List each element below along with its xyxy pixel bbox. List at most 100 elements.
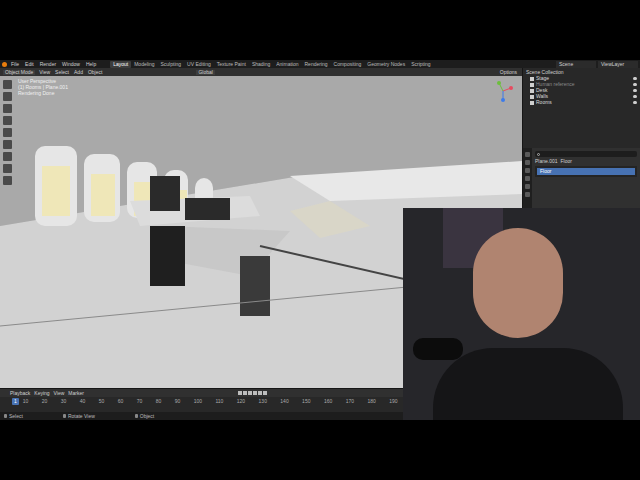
frame-tick: 30 xyxy=(61,399,67,404)
frame-tick: 50 xyxy=(99,399,105,404)
tool-icon xyxy=(3,92,12,101)
menu-item[interactable]: Render xyxy=(38,62,58,67)
letterbox-bottom xyxy=(0,420,640,480)
view-layer-selector[interactable]: ViewLayer xyxy=(598,61,638,68)
visibility-icon xyxy=(633,89,637,92)
info-line: (1) Rooms | Plane.001 xyxy=(18,85,68,90)
workspace-tab[interactable]: Layout xyxy=(110,61,131,68)
properties-tab-icon xyxy=(525,176,530,181)
timeline-menu[interactable]: Playback xyxy=(10,391,30,396)
breadcrumb-item: Plane.001 xyxy=(535,159,558,164)
frame-tick: 110 xyxy=(215,399,223,404)
frame-tick: 40 xyxy=(80,399,86,404)
viewport-menu[interactable]: View xyxy=(38,70,51,75)
frame-tick: 150 xyxy=(302,399,310,404)
outliner-item[interactable]: Walls xyxy=(526,94,637,99)
playback-button-icon xyxy=(263,391,267,395)
options-button[interactable]: Options xyxy=(498,70,519,75)
properties-tab-icon xyxy=(525,192,530,197)
menu-item[interactable]: Edit xyxy=(23,62,36,67)
workspace-tab[interactable]: Shading xyxy=(249,61,273,68)
material-slots: Floor xyxy=(535,166,637,177)
blender-window: FileEditRenderWindowHelpLayoutModelingSc… xyxy=(0,60,640,420)
viewport-header: Object ModeViewSelectAddObject Global Opti… xyxy=(0,68,522,76)
material-slot[interactable]: Floor xyxy=(537,168,635,175)
breadcrumb-item: Floor xyxy=(561,159,572,164)
outliner-item[interactable]: Rooms xyxy=(526,100,637,105)
outliner: Scene CollectionStageHuman referenceDesk… xyxy=(523,68,640,148)
menu-item[interactable]: Window xyxy=(60,62,82,67)
viewport-info: User Perspective(1) Rooms | Plane.001Ren… xyxy=(18,79,68,96)
frame-tick: 160 xyxy=(324,399,332,404)
navigation-gizmo-icon[interactable] xyxy=(492,80,514,102)
info-line: Rendering Done xyxy=(18,91,68,96)
tool-icon xyxy=(3,176,12,185)
playback-button-icon xyxy=(258,391,262,395)
viewport-menu[interactable]: Select xyxy=(54,70,70,75)
status-hint: Object xyxy=(135,414,154,419)
menu-item[interactable]: File xyxy=(9,62,21,67)
workspace-tab[interactable]: Animation xyxy=(273,61,301,68)
frame-tick: 190 xyxy=(389,399,397,404)
collection-icon xyxy=(530,77,534,81)
status-hint: Select xyxy=(4,414,23,419)
tool-icon xyxy=(3,140,12,149)
frame-tick: 60 xyxy=(118,399,124,404)
outliner-item[interactable]: Human reference xyxy=(526,82,637,87)
frame-tick: 100 xyxy=(194,399,202,404)
playback-button-icon xyxy=(248,391,252,395)
workspace-tab[interactable]: Geometry Nodes xyxy=(364,61,408,68)
tool-shelf xyxy=(3,80,12,185)
viewport-menu[interactable]: Add xyxy=(73,70,84,75)
viewport-menu[interactable]: Object xyxy=(87,70,103,75)
top-bar: FileEditRenderWindowHelpLayoutModelingSc… xyxy=(0,60,640,68)
visibility-icon xyxy=(633,83,637,86)
frame-tick: 170 xyxy=(346,399,354,404)
frame-tick: 10 xyxy=(23,399,29,404)
collection-icon xyxy=(530,83,534,87)
frame-tick: 140 xyxy=(280,399,288,404)
visibility-icon xyxy=(633,101,637,104)
microphone xyxy=(413,338,463,360)
frame-tick: 90 xyxy=(175,399,181,404)
workspace-tab[interactable]: Modeling xyxy=(131,61,157,68)
workspace-tab[interactable]: Compositing xyxy=(331,61,365,68)
collection-icon xyxy=(530,101,534,105)
outliner-item[interactable]: Desk xyxy=(526,88,637,93)
mouse-icon xyxy=(135,414,138,418)
mode-selector[interactable]: Object Mode xyxy=(3,70,35,75)
timeline-menu[interactable]: Keying xyxy=(34,391,49,396)
tool-icon xyxy=(3,164,12,173)
workspace-tab[interactable]: Sculpting xyxy=(158,61,185,68)
search-icon xyxy=(537,153,540,156)
workspace-tab[interactable]: Scripting xyxy=(408,61,433,68)
workspace-tab[interactable]: UV Editing xyxy=(184,61,214,68)
scene-selector[interactable]: Scene xyxy=(556,61,596,68)
collection-icon xyxy=(530,95,534,99)
timeline-menu[interactable]: View xyxy=(54,391,65,396)
properties-tab-icon xyxy=(525,168,530,173)
workspace-tab[interactable]: Texture Paint xyxy=(214,61,249,68)
person xyxy=(473,228,563,338)
mouse-icon xyxy=(63,414,66,418)
properties-search[interactable] xyxy=(535,151,637,157)
outliner-item[interactable]: Stage xyxy=(526,76,637,81)
tool-icon xyxy=(3,128,12,137)
playback-button-icon xyxy=(238,391,242,395)
timeline-menu[interactable]: Marker xyxy=(68,391,84,396)
orientation-selector[interactable]: Global xyxy=(196,70,214,75)
tool-icon xyxy=(3,116,12,125)
playback-controls xyxy=(238,391,267,395)
workspace-tab[interactable]: Rendering xyxy=(301,61,330,68)
playback-button-icon xyxy=(253,391,257,395)
blender-logo-icon xyxy=(2,62,7,67)
current-frame[interactable]: 1 xyxy=(12,398,19,405)
letterbox-top xyxy=(0,0,640,60)
frame-tick: 180 xyxy=(367,399,375,404)
menu-item[interactable]: Help xyxy=(84,62,98,67)
tool-icon xyxy=(3,104,12,113)
webcam-video xyxy=(403,208,640,420)
person-shirt xyxy=(433,348,623,420)
outliner-root[interactable]: Scene Collection xyxy=(526,70,637,75)
breadcrumb: Plane.001Floor xyxy=(535,159,637,164)
